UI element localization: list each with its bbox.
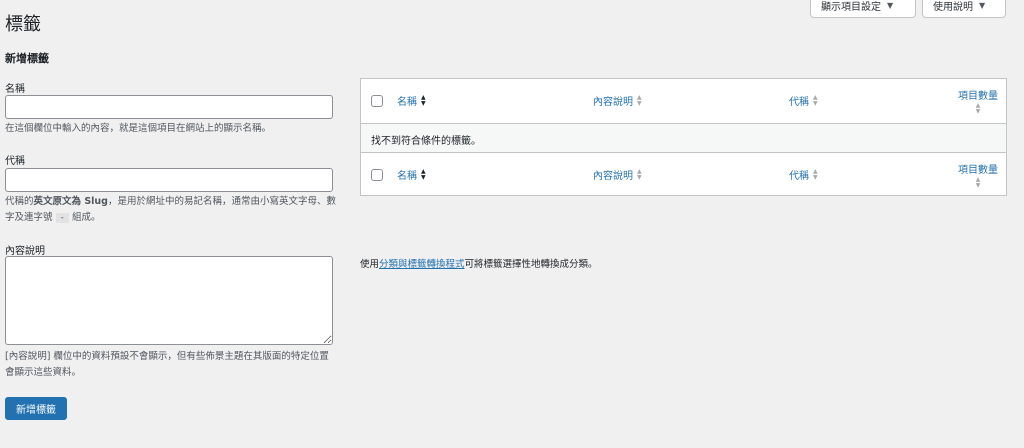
- sort-icon: ▲ ▼: [813, 167, 818, 181]
- slug-field[interactable]: [5, 168, 333, 192]
- note-prefix: 使用: [360, 259, 380, 270]
- sort-icon: ▲ ▼: [637, 93, 642, 107]
- sort-icon: ▲ ▼: [421, 167, 426, 181]
- column-slug[interactable]: 代稱 ▲ ▼: [789, 167, 818, 182]
- empty-row: 找不到符合條件的標籤。: [361, 123, 1006, 153]
- name-label: 名稱: [5, 84, 25, 95]
- help-label: 使用說明: [933, 2, 973, 13]
- converter-link[interactable]: 分類與標籤轉換程式: [379, 259, 465, 270]
- description-label: 內容說明: [5, 246, 45, 257]
- table-footer-row: 名稱 ▲ ▼ 內容說明 ▲ ▼ 代稱 ▲ ▼ 項目數量 ▲ ▼: [361, 153, 1006, 197]
- screen-options-label: 顯示項目設定: [821, 2, 881, 13]
- table-header-row: 名稱 ▲ ▼ 內容說明 ▲ ▼ 代稱 ▲ ▼ 項目數量 ▲ ▼: [361, 79, 1006, 123]
- column-description-label: 內容說明: [593, 171, 633, 182]
- screen-options-button[interactable]: 顯示項目設定 ▼: [810, 0, 916, 18]
- select-all-checkbox[interactable]: [371, 169, 383, 181]
- column-count-label: 項目數量: [958, 91, 998, 102]
- empty-message: 找不到符合條件的標籤。: [371, 136, 481, 147]
- column-slug-label: 代稱: [789, 171, 809, 182]
- sort-icon: ▲ ▼: [637, 167, 642, 181]
- note-suffix: 可將標籤選擇性地轉換成分類。: [464, 259, 598, 270]
- column-name[interactable]: 名稱 ▲ ▼: [397, 167, 426, 182]
- slug-desc-code: -: [55, 213, 69, 223]
- tags-table: 名稱 ▲ ▼ 內容說明 ▲ ▼ 代稱 ▲ ▼ 項目數量 ▲ ▼ 找不到符合條件的標籤。 …: [360, 78, 1007, 196]
- slug-desc-bold: 英文原文為 Slug: [33, 196, 108, 207]
- column-name-label: 名稱: [397, 97, 417, 108]
- caret-down-icon: ▼: [979, 1, 986, 10]
- description-description: [內容說明] 欄位中的資料預設不會顯示，但有些佈景主題在其版面的特定位置會顯示這…: [5, 351, 329, 378]
- help-button[interactable]: 使用說明 ▼: [922, 0, 1006, 18]
- column-description[interactable]: 內容說明 ▲ ▼: [593, 93, 642, 108]
- column-slug-label: 代稱: [789, 97, 809, 108]
- column-count-label: 項目數量: [958, 165, 998, 176]
- column-slug[interactable]: 代稱 ▲ ▼: [789, 93, 818, 108]
- page-title: 標籤: [5, 14, 41, 35]
- add-tag-button[interactable]: 新增標籤: [5, 397, 67, 420]
- column-name-label: 名稱: [397, 171, 417, 182]
- column-name[interactable]: 名稱 ▲ ▼: [397, 93, 426, 108]
- sort-icon: ▲ ▼: [813, 93, 818, 107]
- column-description-label: 內容說明: [593, 97, 633, 108]
- slug-description: 代稱的英文原文為 Slug，是用於網址中的易記名稱，通常由小寫英文字母、數字及連…: [5, 194, 340, 226]
- name-field[interactable]: [5, 95, 333, 119]
- name-description: 在這個欄位中輸入的內容，就是這個項目在網站上的顯示名稱。: [5, 123, 272, 134]
- caret-down-icon: ▼: [887, 1, 894, 10]
- sort-icon: ▲ ▼: [975, 102, 981, 115]
- sort-icon: ▲ ▼: [421, 93, 426, 107]
- slug-desc-suffix: 組成。: [72, 212, 101, 223]
- description-field[interactable]: [5, 256, 333, 345]
- form-heading: 新增標籤: [5, 52, 49, 65]
- select-all-checkbox[interactable]: [371, 95, 383, 107]
- column-count[interactable]: 項目數量 ▲ ▼: [958, 87, 998, 115]
- column-count[interactable]: 項目數量 ▲ ▼: [958, 161, 998, 189]
- sort-icon: ▲ ▼: [975, 176, 981, 189]
- converter-note: 使用分類與標籤轉換程式可將標籤選擇性地轉換成分類。: [360, 256, 598, 270]
- column-description[interactable]: 內容說明 ▲ ▼: [593, 167, 642, 182]
- slug-desc-prefix: 代稱的: [5, 196, 34, 207]
- slug-label: 代稱: [5, 156, 25, 167]
